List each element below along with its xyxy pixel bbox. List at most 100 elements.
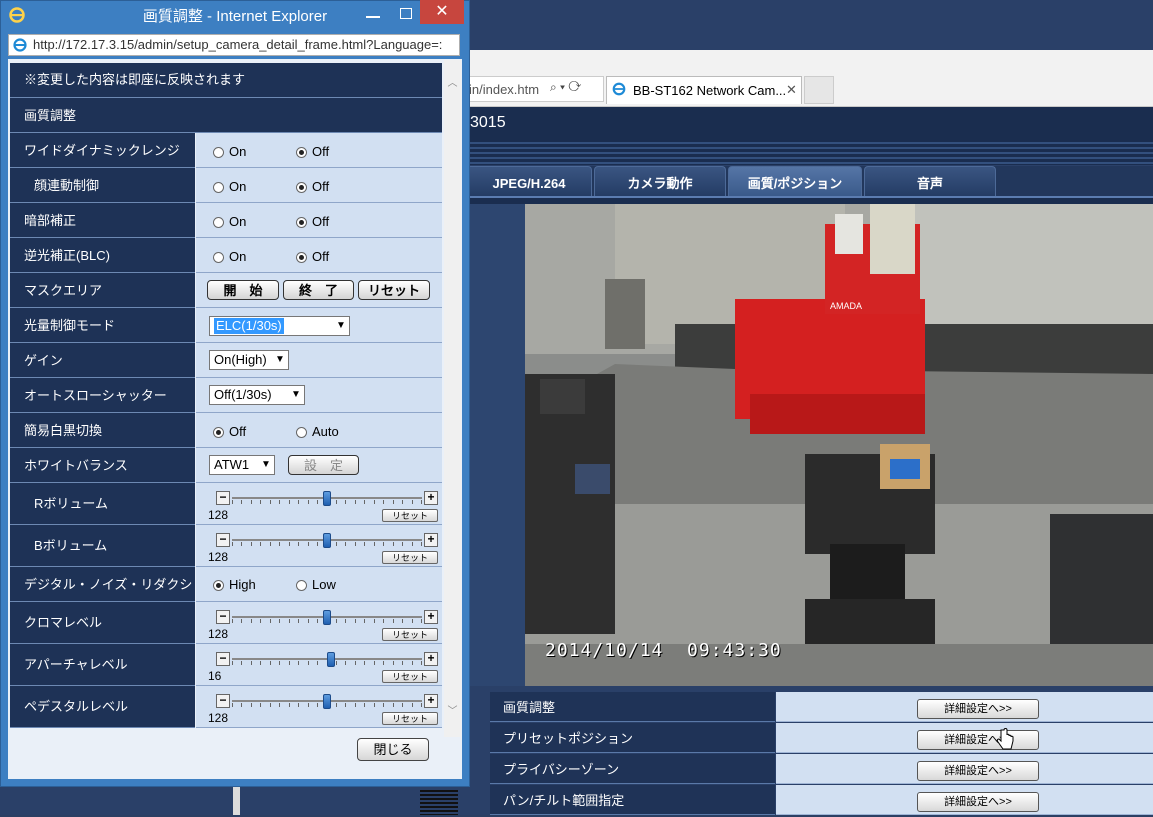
tab-camera-operation[interactable]: カメラ動作 — [594, 166, 726, 196]
close-button[interactable]: 閉じる — [357, 738, 429, 761]
wb-select[interactable]: ATW1 ▼ — [209, 455, 275, 475]
row-label: 画質調整 — [490, 692, 775, 722]
slider-tick — [241, 619, 242, 623]
row-value: 詳細設定へ>> — [776, 692, 1153, 722]
scroll-down-icon[interactable]: ﹀ — [444, 704, 461, 720]
slider-tick — [308, 661, 309, 665]
light-mode-select[interactable]: ELC(1/30s) ▼ — [209, 316, 350, 336]
tab-close-icon[interactable]: ✕ — [786, 82, 797, 98]
slider-thumb[interactable] — [323, 533, 331, 548]
minus-icon[interactable]: − — [216, 610, 230, 624]
table-row: プライバシーゾーン 詳細設定へ>> — [490, 754, 1153, 785]
plus-icon[interactable]: + — [424, 533, 438, 547]
dnr-low-radio[interactable] — [296, 580, 307, 591]
detail-settings-button[interactable]: 詳細設定へ>> — [917, 761, 1039, 781]
wb-set-button[interactable]: 設 定 — [288, 455, 359, 475]
minimize-icon[interactable] — [366, 16, 380, 18]
dark-off-radio[interactable] — [296, 217, 307, 228]
address-bar[interactable]: in/index.htm — [466, 76, 604, 102]
minus-icon[interactable]: − — [216, 491, 230, 505]
plus-icon[interactable]: + — [424, 610, 438, 624]
slider-tick — [393, 619, 394, 623]
aperture-slider[interactable] — [232, 652, 422, 667]
notice-text: ※変更した内容は即座に反映されます — [10, 63, 442, 98]
tab-underline — [466, 196, 1153, 204]
slider-tick — [364, 661, 365, 665]
slider-tick — [355, 661, 356, 665]
row-value: 詳細設定へ>> — [776, 723, 1153, 753]
slider-thumb[interactable] — [327, 652, 335, 667]
chroma-slider[interactable] — [232, 610, 422, 625]
blc-off-label: Off — [312, 249, 330, 264]
browser-tab[interactable]: BB-ST162 Network Cam... — [606, 76, 802, 104]
slider-tick — [298, 619, 299, 623]
slider-tick — [345, 661, 346, 665]
slider-thumb[interactable] — [323, 694, 331, 709]
slider-tick — [412, 661, 413, 665]
detail-settings-button[interactable]: 詳細設定へ>> — [917, 699, 1039, 719]
b-volume-reset-button[interactable]: リセット — [382, 551, 438, 564]
scroll-up-icon[interactable]: ︿ — [444, 76, 461, 92]
close-window-button[interactable]: ✕ — [420, 0, 464, 24]
wdr-on-radio[interactable] — [213, 147, 224, 158]
plus-icon[interactable]: + — [424, 652, 438, 666]
auto-slow-select[interactable]: Off(1/30s) ▼ — [209, 385, 305, 405]
b-volume-slider[interactable] — [232, 533, 422, 548]
address-bar-search-refresh-icons[interactable]: ⌕ ▾ ⟳ — [550, 80, 581, 95]
wdr-off-radio[interactable] — [296, 147, 307, 158]
aperture-cell: − + 16 リセット — [196, 644, 442, 686]
bw-auto-radio[interactable] — [296, 427, 307, 438]
gain-select[interactable]: On(High) ▼ — [209, 350, 289, 370]
auto-slow-row: オートスローシャッター Off(1/30s) ▼ — [10, 378, 442, 413]
dnr-options: High Low — [196, 567, 442, 602]
popup-url-bar[interactable]: http://172.17.3.15/admin/setup_camera_de… — [8, 34, 460, 56]
minus-icon[interactable]: − — [216, 694, 230, 708]
slider-tick — [412, 542, 413, 546]
blc-off-radio[interactable] — [296, 252, 307, 263]
tab-jpeg-h264[interactable]: JPEG/H.264 — [466, 166, 592, 196]
left-panel — [466, 204, 525, 686]
plus-icon[interactable]: + — [424, 491, 438, 505]
dnr-high-radio[interactable] — [213, 580, 224, 591]
tab-image-position[interactable]: 画質/ポジション — [728, 166, 862, 196]
blc-on-radio[interactable] — [213, 252, 224, 263]
face-off-radio[interactable] — [296, 182, 307, 193]
chevron-down-icon: ▼ — [275, 354, 285, 365]
camera-tabs: JPEG/H.264 カメラ動作 画質/ポジション 音声 — [466, 166, 1153, 196]
maximize-icon[interactable] — [400, 8, 412, 19]
camera-live-image: AMADA — [525, 204, 1153, 686]
pedestal-slider[interactable] — [232, 694, 422, 709]
slider-tick — [393, 703, 394, 707]
slider-thumb[interactable] — [323, 610, 331, 625]
slider-tick — [289, 542, 290, 546]
slider-thumb[interactable] — [323, 491, 331, 506]
slider-tick — [421, 703, 422, 707]
chroma-reset-button[interactable]: リセット — [382, 628, 438, 641]
detail-settings-button[interactable]: 詳細設定へ>> — [917, 730, 1039, 750]
r-volume-reset-button[interactable]: リセット — [382, 509, 438, 522]
auto-slow-cell: Off(1/30s) ▼ — [196, 378, 442, 413]
mask-end-button[interactable]: 終 了 — [283, 280, 354, 300]
dark-on-radio[interactable] — [213, 217, 224, 228]
minus-icon[interactable]: − — [216, 533, 230, 547]
row-value: 詳細設定へ>> — [776, 785, 1153, 815]
plus-icon[interactable]: + — [424, 694, 438, 708]
light-mode-value: ELC(1/30s) — [214, 318, 284, 334]
wdr-row: ワイドダイナミックレンジ On Off — [10, 133, 442, 168]
tab-audio[interactable]: 音声 — [864, 166, 996, 196]
slider-tick — [383, 703, 384, 707]
r-volume-slider[interactable] — [232, 491, 422, 506]
mask-reset-button[interactable]: リセット — [358, 280, 430, 300]
dark-options: On Off — [196, 203, 442, 238]
b-volume-label: Bボリューム — [10, 525, 195, 567]
mask-start-button[interactable]: 開 始 — [207, 280, 279, 300]
minus-icon[interactable]: − — [216, 652, 230, 666]
face-on-radio[interactable] — [213, 182, 224, 193]
slider-tick — [364, 500, 365, 504]
scrollbar[interactable] — [444, 60, 461, 737]
aperture-reset-button[interactable]: リセット — [382, 670, 438, 683]
detail-settings-button[interactable]: 詳細設定へ>> — [917, 792, 1039, 812]
pedestal-reset-button[interactable]: リセット — [382, 712, 438, 725]
new-tab-button[interactable] — [804, 76, 834, 104]
bw-off-radio[interactable] — [213, 427, 224, 438]
